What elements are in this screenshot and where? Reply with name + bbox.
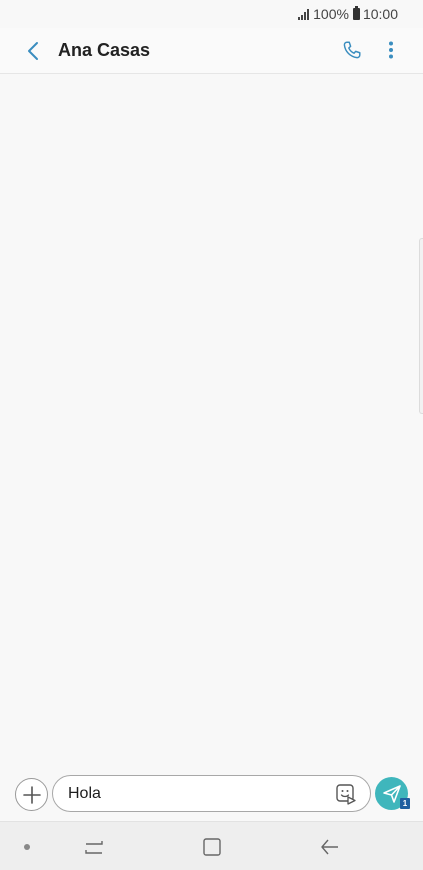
chevron-left-icon <box>28 42 38 60</box>
message-input-text: Hola <box>68 784 101 802</box>
recents-icon <box>85 841 103 854</box>
nav-dot-icon[interactable] <box>24 844 30 850</box>
nav-back-button[interactable] <box>318 836 342 858</box>
navigation-bar <box>0 821 423 870</box>
message-list[interactable] <box>0 75 423 780</box>
contact-name: Ana Casas <box>58 40 151 60</box>
clock: 10:00 <box>362 6 398 22</box>
sticker-icon <box>336 784 356 805</box>
add-attachment-button[interactable] <box>15 778 48 811</box>
sticker-button[interactable] <box>335 783 357 805</box>
battery-icon <box>352 6 360 20</box>
send-icon <box>382 784 401 803</box>
back-arrow-icon <box>321 839 338 855</box>
more-vertical-icon <box>389 41 393 59</box>
signal-icon <box>298 8 310 20</box>
more-options-button[interactable] <box>380 37 402 63</box>
call-button[interactable] <box>339 37 365 63</box>
home-icon <box>203 838 221 856</box>
back-button[interactable] <box>20 38 46 64</box>
message-input[interactable]: Hola <box>52 775 371 812</box>
edge-panel-handle[interactable] <box>419 238 423 414</box>
recents-button[interactable] <box>82 836 106 858</box>
sim-badge: 1 <box>400 798 410 809</box>
status-bar: 100% 10:00 <box>0 0 423 28</box>
send-button[interactable]: 1 <box>375 777 410 810</box>
phone-icon <box>343 41 361 59</box>
home-button[interactable] <box>200 836 224 858</box>
battery-percent: 100% <box>313 6 349 22</box>
conversation-header: Ana Casas <box>0 28 423 74</box>
plus-icon <box>22 785 41 804</box>
